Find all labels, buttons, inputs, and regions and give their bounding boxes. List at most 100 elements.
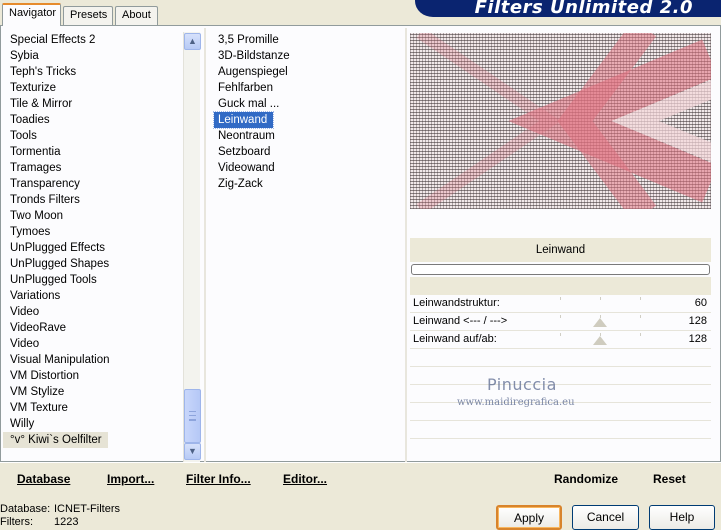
category-item[interactable]: Special Effects 2	[3, 32, 183, 48]
watermark-name: Pinuccia	[487, 375, 557, 394]
status-database-label: Database:	[0, 503, 51, 515]
parameter-value: 60	[694, 297, 707, 309]
category-item[interactable]: VM Distortion	[3, 368, 183, 384]
category-item[interactable]: VM Stylize	[3, 384, 183, 400]
category-item[interactable]: UnPlugged Tools	[3, 272, 183, 288]
category-item[interactable]: Variations	[3, 288, 183, 304]
parameter-row: Leinwandstruktur: 60	[410, 295, 711, 313]
filter-info-button[interactable]: Filter Info...	[186, 472, 251, 486]
slider-tick	[560, 333, 561, 336]
import-button[interactable]: Import...	[107, 472, 154, 486]
parameter-slider[interactable]	[560, 331, 641, 348]
tab-about[interactable]: About	[115, 6, 158, 25]
filter-item[interactable]: Guck mal ...	[214, 96, 279, 112]
parameter-row: Leinwand <--- / ---> 128	[410, 313, 711, 331]
filter-item-row: 3D-Bildstanze	[214, 48, 394, 64]
parameter-label: Leinwandstruktur:	[413, 297, 500, 309]
slider-tick	[600, 297, 601, 300]
category-item[interactable]: Transparency	[3, 176, 183, 192]
filter-item-row: Neontraum	[214, 128, 394, 144]
status-filters-value: 1223	[54, 516, 79, 528]
category-item[interactable]: Tools	[3, 128, 183, 144]
filter-list[interactable]: 3,5 Promille 3D-Bildstanze Augenspiegel Feh…	[212, 32, 394, 192]
divider	[405, 28, 407, 463]
filter-item[interactable]: Leinwand	[212, 111, 275, 129]
category-item[interactable]: Texturize	[3, 80, 183, 96]
category-item[interactable]: Video	[3, 304, 183, 320]
filter-item[interactable]: Zig-Zack	[214, 176, 263, 192]
filter-name-label: Leinwand	[410, 238, 711, 262]
filter-item-row: Zig-Zack	[214, 176, 394, 192]
filter-item[interactable]: Videowand	[214, 160, 275, 176]
filter-item-row: Videowand	[214, 160, 394, 176]
chevron-up-icon: ▲	[188, 36, 197, 46]
slider-thumb[interactable]	[593, 318, 607, 327]
category-item[interactable]: UnPlugged Shapes	[3, 256, 183, 272]
reset-button[interactable]: Reset	[653, 472, 686, 486]
status-info: Database: ICNET-Filters Filters: 1223	[0, 503, 120, 529]
tab-navigator[interactable]: Navigator	[2, 3, 61, 26]
filter-item[interactable]: 3D-Bildstanze	[214, 48, 290, 64]
parameter-row-empty	[410, 367, 711, 385]
slider-tick	[640, 297, 641, 300]
cancel-button[interactable]: Cancel	[572, 505, 639, 530]
scrollbar-thumb[interactable]	[184, 389, 201, 443]
scroll-up-button[interactable]: ▲	[184, 33, 201, 50]
tab-presets[interactable]: Presets	[63, 6, 113, 25]
preview-spacer	[410, 209, 711, 239]
watermark-url: www.maidiregrafica.eu	[457, 397, 575, 408]
category-scrollbar[interactable]: ▲ ▼	[183, 32, 201, 462]
category-item[interactable]: Video	[3, 336, 183, 352]
chevron-down-icon: ▼	[188, 446, 197, 456]
title-banner: Filters Unlimited 2.0	[415, 0, 721, 17]
status-filters-label: Filters:	[0, 516, 33, 528]
parameter-label: Leinwand auf/ab:	[413, 333, 497, 345]
filter-item[interactable]: Setzboard	[214, 144, 270, 160]
category-item[interactable]: VideoRave	[3, 320, 183, 336]
parameter-row-empty	[410, 349, 711, 367]
category-item[interactable]: VM Texture	[3, 400, 183, 416]
help-button[interactable]: Help	[649, 505, 715, 530]
category-item-wrapper: °v° Kiwi`s Oelfilter	[3, 432, 183, 448]
category-item[interactable]: Visual Manipulation	[3, 352, 183, 368]
category-item[interactable]: Willy	[3, 416, 183, 432]
category-item[interactable]: Toadies	[3, 112, 183, 128]
parameter-value: 128	[688, 315, 707, 327]
filter-item[interactable]: Fehlfarben	[214, 80, 273, 96]
filter-item-row: 3,5 Promille	[214, 32, 394, 48]
category-item[interactable]: Teph's Tricks	[3, 64, 183, 80]
category-item[interactable]: Tile & Mirror	[3, 96, 183, 112]
status-database-value: ICNET-Filters	[54, 503, 120, 515]
editor-button[interactable]: Editor...	[283, 472, 327, 486]
divider	[204, 28, 206, 463]
category-item[interactable]: Tymoes	[3, 224, 183, 240]
filter-item[interactable]: Augenspiegel	[214, 64, 288, 80]
filter-item-row: Setzboard	[214, 144, 394, 160]
apply-button[interactable]: Apply	[496, 505, 562, 530]
filter-item[interactable]: 3,5 Promille	[214, 32, 279, 48]
parameter-slider[interactable]	[560, 313, 641, 330]
parameter-list: Leinwandstruktur: 60 Leinwand <--- / ---> 1…	[410, 295, 711, 439]
slider-thumb[interactable]	[593, 336, 607, 345]
category-item[interactable]: Tormentia	[3, 144, 183, 160]
scroll-down-button[interactable]: ▼	[184, 443, 201, 460]
slider-tick	[640, 333, 641, 336]
filter-item[interactable]: Neontraum	[214, 128, 275, 144]
grip-icon	[189, 411, 196, 421]
category-list[interactable]: Special Effects 2 Sybia Teph's Tricks Textu…	[3, 32, 183, 448]
category-item[interactable]: UnPlugged Effects	[3, 240, 183, 256]
category-item[interactable]: Tronds Filters	[3, 192, 183, 208]
slider-tick	[560, 297, 561, 300]
category-item[interactable]: Sybia	[3, 48, 183, 64]
progress-bar	[411, 264, 710, 275]
category-item[interactable]: Tramages	[3, 160, 183, 176]
parameter-row-empty	[410, 421, 711, 439]
parameter-value: 128	[688, 333, 707, 345]
category-item[interactable]: °v° Kiwi`s Oelfilter	[3, 432, 108, 448]
parameter-row: Leinwand auf/ab: 128	[410, 331, 711, 349]
randomize-button[interactable]: Randomize	[554, 472, 618, 486]
category-item[interactable]: Two Moon	[3, 208, 183, 224]
database-button[interactable]: Database	[17, 472, 70, 486]
slider-tick	[560, 315, 561, 318]
parameter-slider[interactable]	[560, 295, 641, 312]
